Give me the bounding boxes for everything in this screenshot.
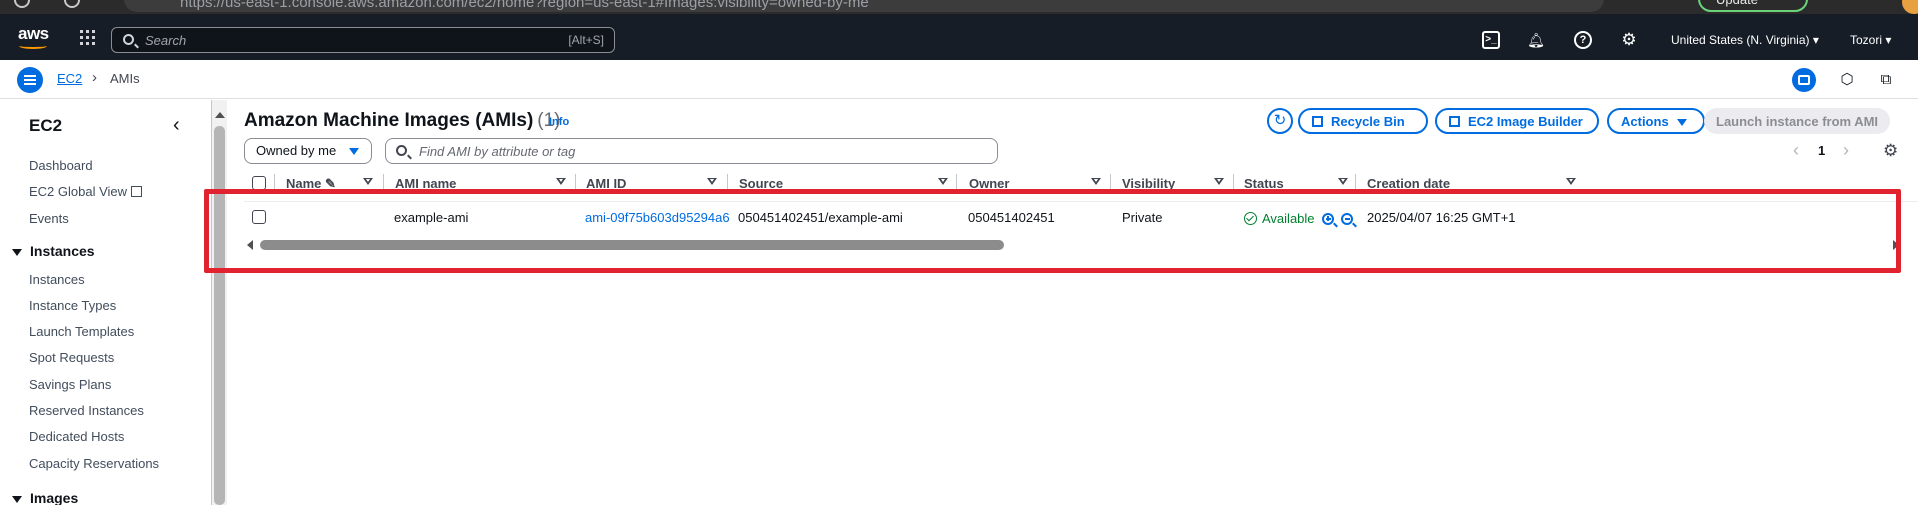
external-link-icon	[131, 186, 143, 197]
search-icon	[396, 145, 407, 156]
chevron-right-icon[interactable]: ›	[1843, 140, 1849, 161]
table-preferences-gear-icon[interactable]: ⚙	[1883, 141, 1898, 161]
sort-icon[interactable]	[1214, 178, 1224, 185]
pagination-current-page[interactable]: 1	[1818, 143, 1825, 158]
sidebar-section-label: Instances	[30, 243, 95, 259]
sidebar-item-reserved-instances[interactable]: Reserved Instances	[29, 403, 144, 418]
refresh-icon: ↻	[1273, 112, 1287, 129]
cloudshell-icon[interactable]: >_	[1482, 31, 1500, 49]
sidebar-section-instances[interactable]: Instances	[12, 243, 95, 259]
caret-down-icon	[349, 148, 359, 155]
breadcrumb-separator: ›	[92, 69, 97, 86]
menu-icon[interactable]	[17, 67, 43, 93]
sidebar-item-spot-requests[interactable]: Spot Requests	[29, 350, 114, 365]
main-content: Amazon Machine Images (AMIs) (1) Info ↻ R…	[227, 100, 1918, 505]
caret-down-icon	[12, 249, 22, 256]
ami-search-input[interactable]: Find AMI by attribute or tag	[385, 138, 998, 164]
select-all-checkbox[interactable]	[252, 176, 266, 190]
sort-icon[interactable]	[938, 178, 948, 185]
global-search-input[interactable]: Search [Alt+S]	[111, 27, 615, 53]
info-link[interactable]: Info	[549, 116, 569, 128]
chevron-left-icon[interactable]: ‹	[1793, 140, 1799, 161]
owner-filter-select[interactable]: Owned by me	[244, 138, 372, 164]
info-panel-icon[interactable]	[1792, 68, 1816, 92]
caret-down-icon	[1676, 119, 1687, 126]
back-icon[interactable]	[14, 0, 30, 8]
sidebar-section-label: Images	[30, 490, 79, 505]
sidebar-section-images[interactable]: Images	[12, 490, 78, 505]
actions-dropdown[interactable]: Actions	[1607, 108, 1705, 134]
sort-icon[interactable]	[1566, 178, 1576, 185]
sidebar-collapse-icon[interactable]: ‹	[173, 114, 180, 137]
recycle-bin-label: Recycle Bin	[1331, 114, 1405, 129]
external-link-icon	[1449, 116, 1460, 127]
sidebar-scrollbar[interactable]	[212, 100, 227, 505]
account-menu[interactable]: Tozori ▾	[1850, 33, 1891, 47]
image-builder-button[interactable]: EC2 Image Builder	[1435, 108, 1599, 134]
page-title-text: Amazon Machine Images (AMIs)	[244, 110, 534, 131]
grid-icon[interactable]	[80, 30, 95, 45]
bell-icon[interactable]: 🔔︎	[1527, 31, 1545, 49]
scrollbar-thumb[interactable]	[214, 126, 225, 505]
page-title: Amazon Machine Images (AMIs) (1)	[244, 110, 561, 132]
sidebar-item-instances[interactable]: Instances	[29, 272, 85, 287]
aws-logo-text: aws	[18, 24, 49, 43]
browser-profile-avatar[interactable]	[1902, 0, 1918, 14]
sidebar-item-launch-templates[interactable]: Launch Templates	[29, 324, 134, 339]
aws-logo[interactable]: aws	[18, 24, 49, 49]
sort-icon[interactable]	[1338, 178, 1348, 185]
help-icon[interactable]: ?	[1574, 31, 1592, 49]
external-link-icon	[1312, 116, 1323, 127]
ami-search-placeholder: Find AMI by attribute or tag	[419, 144, 576, 159]
region-selector[interactable]: United States (N. Virginia) ▾	[1671, 33, 1819, 47]
aws-smile-icon	[19, 43, 47, 49]
sort-icon[interactable]	[707, 178, 717, 185]
refresh-button[interactable]: ↻	[1267, 108, 1293, 134]
owner-filter-value: Owned by me	[256, 143, 337, 158]
address-bar-url: https://us-east-1.console.aws.amazon.com…	[180, 0, 869, 11]
recycle-bin-button[interactable]: Recycle Bin	[1298, 108, 1428, 134]
breadcrumb-bar: EC2 › AMIs ⬡ ⧉	[0, 60, 1918, 99]
reload-icon[interactable]	[64, 0, 80, 8]
actions-label: Actions	[1621, 114, 1669, 129]
highlight-box	[204, 189, 1901, 273]
browser-chrome: https://us-east-1.console.aws.amazon.com…	[0, 0, 1918, 14]
sidebar-item-label: EC2 Global View	[29, 184, 128, 199]
launch-instance-button[interactable]: Launch instance from AMI	[1704, 108, 1890, 134]
sort-icon[interactable]	[556, 178, 566, 185]
sidebar-item-dashboard[interactable]: Dashboard	[29, 158, 93, 173]
feedback-panel-icon[interactable]: ⧉	[1874, 68, 1898, 92]
caret-down-icon	[12, 496, 22, 503]
image-builder-label: EC2 Image Builder	[1468, 114, 1583, 129]
sidebar-item-dedicated-hosts[interactable]: Dedicated Hosts	[29, 429, 124, 444]
sort-icon[interactable]	[1091, 178, 1101, 185]
scroll-up-icon[interactable]	[215, 112, 225, 118]
search-shortcut: [Alt+S]	[568, 33, 604, 47]
side-navigation: EC2 ‹ Dashboard EC2 Global View Events I…	[0, 100, 212, 505]
sidebar-item-capacity-reservations[interactable]: Capacity Reservations	[29, 456, 159, 471]
sidebar-item-global-view[interactable]: EC2 Global View	[29, 184, 143, 199]
sidebar-item-events[interactable]: Events	[29, 211, 69, 226]
notifications-panel-icon[interactable]: ⬡	[1835, 68, 1859, 92]
global-search-placeholder: Search	[145, 33, 187, 48]
browser-update-button[interactable]: Update	[1698, 0, 1808, 12]
search-icon	[123, 34, 134, 45]
gear-icon[interactable]: ⚙	[1620, 31, 1638, 49]
breadcrumb-current: AMIs	[110, 71, 140, 86]
sidebar-item-savings-plans[interactable]: Savings Plans	[29, 377, 111, 392]
sidebar-title: EC2	[29, 116, 63, 135]
breadcrumb-ec2-link[interactable]: EC2	[57, 71, 82, 86]
sort-icon[interactable]	[363, 178, 373, 185]
sidebar-item-instance-types[interactable]: Instance Types	[29, 298, 116, 313]
